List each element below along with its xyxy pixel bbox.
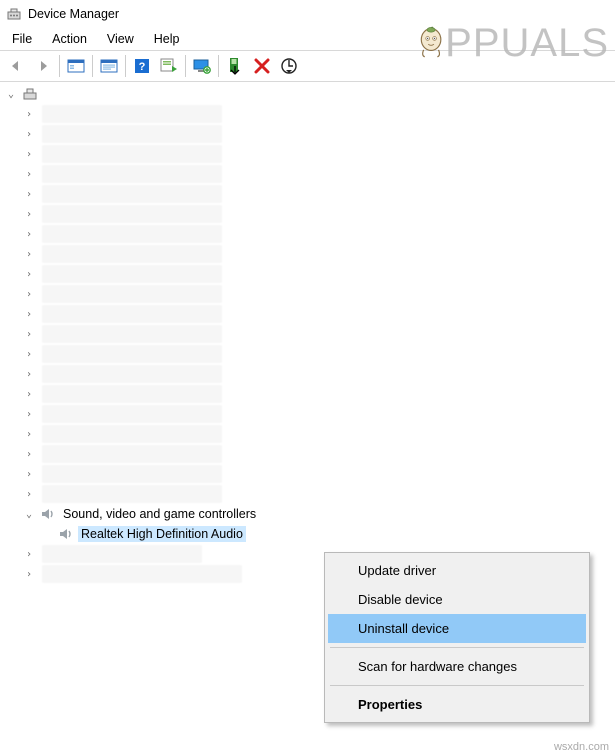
chevron-right-icon[interactable]: › bbox=[22, 127, 36, 141]
forward-button[interactable] bbox=[31, 54, 55, 78]
computer-icon bbox=[22, 86, 38, 102]
chevron-down-icon[interactable]: ⌄ bbox=[4, 87, 18, 101]
install-device-button[interactable] bbox=[223, 54, 247, 78]
scan-icon bbox=[280, 57, 298, 75]
category-label: Sound, video and game controllers bbox=[60, 506, 259, 522]
menu-view[interactable]: View bbox=[99, 30, 142, 48]
device-label: Realtek High Definition Audio bbox=[78, 526, 246, 542]
properties-icon bbox=[100, 58, 118, 74]
cm-separator bbox=[330, 685, 584, 686]
tree-category[interactable]: › bbox=[0, 484, 615, 504]
chevron-right-icon[interactable]: › bbox=[22, 187, 36, 201]
tree-root[interactable]: ⌄ bbox=[0, 84, 615, 104]
back-button[interactable] bbox=[4, 54, 28, 78]
uninstall-device-button[interactable] bbox=[250, 54, 274, 78]
chevron-right-icon[interactable]: › bbox=[22, 107, 36, 121]
chevron-right-icon[interactable]: › bbox=[22, 347, 36, 361]
monitor-button[interactable] bbox=[190, 54, 214, 78]
tree-category[interactable]: › bbox=[0, 244, 615, 264]
chevron-right-icon[interactable]: › bbox=[22, 547, 36, 561]
cm-uninstall-device[interactable]: Uninstall device bbox=[328, 614, 586, 643]
tree-category[interactable]: › bbox=[0, 344, 615, 364]
tree-category[interactable]: › bbox=[0, 264, 615, 284]
chevron-right-icon[interactable]: › bbox=[22, 447, 36, 461]
chevron-right-icon[interactable]: › bbox=[22, 207, 36, 221]
tree-category[interactable]: › bbox=[0, 464, 615, 484]
cm-separator bbox=[330, 647, 584, 648]
svg-text:?: ? bbox=[139, 61, 146, 73]
tree-category-sound[interactable]: ⌄ Sound, video and game controllers bbox=[0, 504, 615, 524]
tree-category[interactable]: › bbox=[0, 224, 615, 244]
chevron-right-icon[interactable]: › bbox=[22, 327, 36, 341]
chevron-right-icon[interactable]: › bbox=[22, 387, 36, 401]
cm-scan-hardware[interactable]: Scan for hardware changes bbox=[328, 652, 586, 681]
footer-credit: wsxdn.com bbox=[554, 741, 609, 753]
tree-category[interactable]: › bbox=[0, 204, 615, 224]
cm-update-driver[interactable]: Update driver bbox=[328, 556, 586, 585]
chevron-right-icon[interactable]: › bbox=[22, 287, 36, 301]
chevron-right-icon[interactable]: › bbox=[22, 427, 36, 441]
tree-category[interactable]: › bbox=[0, 124, 615, 144]
chevron-right-icon[interactable]: › bbox=[22, 267, 36, 281]
menu-bar: File Action View Help bbox=[0, 28, 615, 50]
speaker-icon bbox=[58, 526, 74, 542]
tree-category[interactable]: › bbox=[0, 144, 615, 164]
tree-category[interactable]: › bbox=[0, 104, 615, 124]
tree-category[interactable]: › bbox=[0, 424, 615, 444]
chevron-right-icon[interactable]: › bbox=[22, 247, 36, 261]
scan-hardware-button[interactable] bbox=[277, 54, 301, 78]
tree-category[interactable]: › bbox=[0, 384, 615, 404]
forward-arrow-icon bbox=[35, 58, 51, 74]
menu-action[interactable]: Action bbox=[44, 30, 95, 48]
monitor-icon bbox=[193, 58, 211, 74]
chevron-down-icon[interactable]: ⌄ bbox=[22, 507, 36, 521]
speaker-icon bbox=[40, 506, 56, 522]
back-arrow-icon bbox=[8, 58, 24, 74]
chevron-right-icon[interactable]: › bbox=[22, 487, 36, 501]
properties-button[interactable] bbox=[97, 54, 121, 78]
tree-category[interactable]: › bbox=[0, 404, 615, 424]
context-menu: Update driver Disable device Uninstall d… bbox=[324, 552, 590, 723]
title-bar: Device Manager bbox=[0, 0, 615, 28]
tree-category[interactable]: › bbox=[0, 444, 615, 464]
cm-properties[interactable]: Properties bbox=[328, 690, 586, 719]
uninstall-x-icon bbox=[254, 58, 270, 74]
tree-category[interactable]: › bbox=[0, 164, 615, 184]
chevron-right-icon[interactable]: › bbox=[22, 467, 36, 481]
chevron-right-icon[interactable]: › bbox=[22, 147, 36, 161]
menu-file[interactable]: File bbox=[4, 30, 40, 48]
install-icon bbox=[228, 57, 242, 75]
toolbar: ? bbox=[0, 50, 615, 82]
tree-item-realtek[interactable]: Realtek High Definition Audio bbox=[0, 524, 615, 544]
chevron-right-icon[interactable]: › bbox=[22, 167, 36, 181]
help-button[interactable]: ? bbox=[130, 54, 154, 78]
tree-category[interactable]: › bbox=[0, 284, 615, 304]
device-manager-icon bbox=[6, 6, 22, 22]
tree-category[interactable]: › bbox=[0, 184, 615, 204]
help-icon: ? bbox=[134, 58, 150, 74]
panel-icon bbox=[67, 58, 85, 74]
tree-category[interactable]: › bbox=[0, 324, 615, 344]
chevron-right-icon[interactable]: › bbox=[22, 367, 36, 381]
cm-disable-device[interactable]: Disable device bbox=[328, 585, 586, 614]
update-driver-button[interactable] bbox=[157, 54, 181, 78]
chevron-right-icon[interactable]: › bbox=[22, 407, 36, 421]
chevron-right-icon[interactable]: › bbox=[22, 227, 36, 241]
chevron-right-icon[interactable]: › bbox=[22, 567, 36, 581]
window-title: Device Manager bbox=[28, 7, 119, 21]
tree-category[interactable]: › bbox=[0, 304, 615, 324]
menu-help[interactable]: Help bbox=[146, 30, 188, 48]
tree-category[interactable]: › bbox=[0, 364, 615, 384]
chevron-right-icon[interactable]: › bbox=[22, 307, 36, 321]
show-hidden-button[interactable] bbox=[64, 54, 88, 78]
update-driver-icon bbox=[160, 58, 178, 74]
